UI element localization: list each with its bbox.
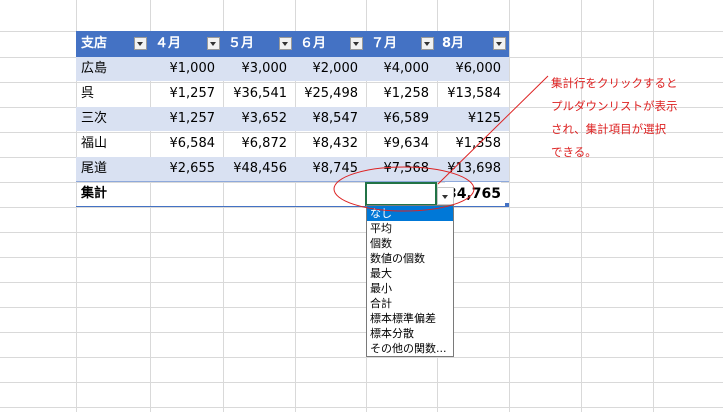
filter-dropdown-icon[interactable] [493, 37, 506, 50]
value-cell[interactable]: ¥7,568 [366, 157, 437, 181]
value-cell[interactable]: ¥1,358 [437, 132, 509, 156]
column-header-label: ６月 [300, 36, 327, 51]
value-cell[interactable]: ¥6,872 [223, 132, 295, 156]
value-cell[interactable]: ¥6,589 [366, 107, 437, 131]
branch-cell[interactable]: 呉 [76, 82, 150, 106]
column-header-label: ５月 [228, 36, 255, 51]
value-cell[interactable]: ¥48,456 [223, 157, 295, 181]
column-header-branch: 支店 [76, 31, 150, 57]
column-header-label: 支店 [81, 36, 108, 51]
option-count-numbers[interactable]: 数値の個数 [367, 251, 453, 266]
total-function-list[interactable]: なし 平均 個数 数値の個数 最大 最小 合計 標本標準偏差 標本分散 その他の… [366, 205, 454, 357]
column-header-label: ７月 [371, 36, 398, 51]
annotation-note: 集計行をクリックすると プルダウンリストが表示 され、集計項目が選択 できる。 [551, 72, 721, 164]
table-row: 三次 ¥1,257 ¥3,652 ¥8,547 ¥6,589 ¥125 [76, 107, 509, 131]
total-cell-active[interactable] [365, 182, 437, 206]
column-header-august: 8月 [437, 31, 509, 57]
value-cell[interactable]: ¥1,000 [150, 57, 223, 81]
total-label: 集計 [81, 186, 108, 201]
branch-cell[interactable]: 広島 [76, 57, 150, 81]
value-cell[interactable]: ¥6,584 [150, 132, 223, 156]
value-cell[interactable]: ¥2,655 [150, 157, 223, 181]
value-cell[interactable]: ¥125 [437, 107, 509, 131]
value-cell[interactable]: ¥1,257 [150, 82, 223, 106]
total-dropdown-button[interactable] [437, 187, 454, 205]
value-cell[interactable]: ¥9,634 [366, 132, 437, 156]
option-more-functions[interactable]: その他の関数... [367, 341, 453, 356]
value-cell[interactable]: ¥1,257 [150, 107, 223, 131]
value-cell[interactable]: ¥3,000 [223, 57, 295, 81]
filter-dropdown-icon[interactable] [134, 37, 147, 50]
branch-cell[interactable]: 三次 [76, 107, 150, 131]
value-cell[interactable]: ¥4,000 [366, 57, 437, 81]
branch-cell[interactable]: 福山 [76, 132, 150, 156]
option-var[interactable]: 標本分散 [367, 326, 453, 341]
column-header-may: ５月 [223, 31, 295, 57]
annotation-line: され、集計項目が選択 [551, 122, 667, 136]
filter-dropdown-icon[interactable] [350, 37, 363, 50]
value-cell[interactable]: ¥6,000 [437, 57, 509, 81]
column-header-july: ７月 [366, 31, 437, 57]
value-cell[interactable]: ¥8,745 [295, 157, 366, 181]
value-cell[interactable]: ¥2,000 [295, 57, 366, 81]
value-cell[interactable]: ¥3,652 [223, 107, 295, 131]
value-cell[interactable]: ¥13,698 [437, 157, 509, 181]
option-sum[interactable]: 合計 [367, 296, 453, 311]
column-header-label: 8月 [442, 36, 465, 51]
table-resize-handle[interactable] [505, 203, 509, 207]
table-row: 福山 ¥6,584 ¥6,872 ¥8,432 ¥9,634 ¥1,358 [76, 132, 509, 156]
column-header-april: ４月 [150, 31, 223, 57]
value-cell[interactable]: ¥8,547 [295, 107, 366, 131]
column-header-label: ４月 [155, 36, 182, 51]
table-row: 広島 ¥1,000 ¥3,000 ¥2,000 ¥4,000 ¥6,000 [76, 57, 509, 81]
annotation-line: できる。 [551, 145, 597, 159]
branch-cell[interactable]: 尾道 [76, 157, 150, 181]
annotation-line: プルダウンリストが表示 [551, 99, 678, 113]
column-header-june: ６月 [295, 31, 366, 57]
table-row: 尾道 ¥2,655 ¥48,456 ¥8,745 ¥7,568 ¥13,698 [76, 157, 509, 182]
option-none[interactable]: なし [367, 206, 453, 221]
option-average[interactable]: 平均 [367, 221, 453, 236]
option-min[interactable]: 最小 [367, 281, 453, 296]
option-stddev[interactable]: 標本標準偏差 [367, 311, 453, 326]
value-cell[interactable]: ¥13,584 [437, 82, 509, 106]
table-row: 呉 ¥1,257 ¥36,541 ¥25,498 ¥1,258 ¥13,584 [76, 82, 509, 106]
filter-dropdown-icon[interactable] [421, 37, 434, 50]
value-cell[interactable]: ¥36,541 [223, 82, 295, 106]
value-cell[interactable]: ¥8,432 [295, 132, 366, 156]
value-cell[interactable]: ¥1,258 [366, 82, 437, 106]
option-count[interactable]: 個数 [367, 236, 453, 251]
value-cell[interactable]: ¥25,498 [295, 82, 366, 106]
option-max[interactable]: 最大 [367, 266, 453, 281]
filter-dropdown-icon[interactable] [279, 37, 292, 50]
filter-dropdown-icon[interactable] [207, 37, 220, 50]
annotation-line: 集計行をクリックすると [551, 76, 678, 90]
